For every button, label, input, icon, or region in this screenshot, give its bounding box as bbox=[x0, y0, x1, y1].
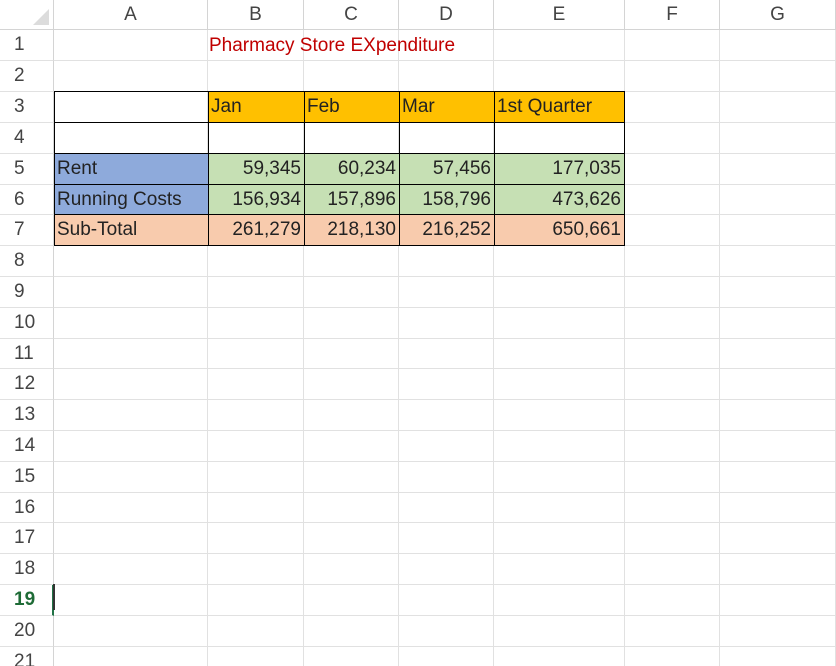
column-header-e[interactable]: E bbox=[494, 0, 625, 30]
row-header-17[interactable]: 17 bbox=[0, 523, 54, 554]
row-header-7[interactable]: 7 bbox=[0, 215, 54, 246]
cell-e4[interactable] bbox=[494, 122, 625, 154]
cell-running-jan[interactable]: 156,934 bbox=[208, 184, 305, 215]
row-header-18[interactable]: 18 bbox=[0, 554, 54, 585]
gridline bbox=[54, 461, 836, 462]
cell-a4[interactable] bbox=[54, 122, 209, 154]
cell-running-1st-quarter[interactable]: 473,626 bbox=[494, 184, 625, 215]
cell-b4[interactable] bbox=[208, 122, 305, 154]
cell-rent-1st-quarter[interactable]: 177,035 bbox=[494, 153, 625, 185]
header-cell-mar[interactable]: Mar bbox=[399, 91, 495, 123]
row-header-11[interactable]: 11 bbox=[0, 339, 54, 369]
column-header-f[interactable]: F bbox=[625, 0, 720, 30]
column-header-c[interactable]: C bbox=[304, 0, 399, 30]
column-header-b[interactable]: B bbox=[208, 0, 304, 30]
text-cursor bbox=[53, 584, 55, 610]
row-header-3[interactable]: 3 bbox=[0, 92, 54, 123]
row-header-9[interactable]: 9 bbox=[0, 277, 54, 308]
gridline bbox=[54, 276, 836, 277]
cell-d4[interactable] bbox=[399, 122, 495, 154]
cell-subtotal-1st-quarter[interactable]: 650,661 bbox=[494, 214, 625, 246]
row-header-8[interactable]: 8 bbox=[0, 246, 54, 277]
cell-subtotal-jan[interactable]: 261,279 bbox=[208, 214, 305, 246]
row-header-2[interactable]: 2 bbox=[0, 61, 54, 92]
cell-a3[interactable] bbox=[54, 91, 209, 123]
row-header-16[interactable]: 16 bbox=[0, 493, 54, 523]
row-header-13[interactable]: 13 bbox=[0, 400, 54, 431]
gridline bbox=[54, 368, 836, 369]
column-header-d[interactable]: D bbox=[399, 0, 494, 30]
spreadsheet-grid[interactable]: A B C D E F G 1 2 3 4 5 6 7 8 9 10 11 12… bbox=[0, 0, 836, 666]
sheet-title-cell[interactable]: Pharmacy Store EXpenditure bbox=[208, 30, 508, 61]
gridline bbox=[54, 430, 836, 431]
cell-c4[interactable] bbox=[304, 122, 400, 154]
row-header-21[interactable]: 21 bbox=[0, 647, 54, 666]
row-header-5[interactable]: 5 bbox=[0, 154, 54, 185]
cell-rent-jan[interactable]: 59,345 bbox=[208, 153, 305, 185]
cell-running-mar[interactable]: 158,796 bbox=[399, 184, 495, 215]
gridline bbox=[54, 399, 836, 400]
cell-subtotal-mar[interactable]: 216,252 bbox=[399, 214, 495, 246]
gridline bbox=[54, 307, 836, 308]
gridline bbox=[54, 553, 836, 554]
column-header-g[interactable]: G bbox=[720, 0, 836, 30]
gridline bbox=[54, 338, 836, 339]
row-label-running-costs[interactable]: Running Costs bbox=[54, 184, 209, 215]
row-header-12[interactable]: 12 bbox=[0, 369, 54, 400]
row-header-20[interactable]: 20 bbox=[0, 616, 54, 647]
select-all-corner[interactable] bbox=[0, 0, 54, 30]
row-label-sub-total[interactable]: Sub-Total bbox=[54, 214, 209, 246]
row-header-10[interactable]: 10 bbox=[0, 308, 54, 339]
header-cell-feb[interactable]: Feb bbox=[304, 91, 400, 123]
cell-rent-feb[interactable]: 60,234 bbox=[304, 153, 400, 185]
row-label-rent[interactable]: Rent bbox=[54, 153, 209, 185]
gridline bbox=[54, 615, 836, 616]
gridline bbox=[54, 492, 836, 493]
cell-subtotal-feb[interactable]: 218,130 bbox=[304, 214, 400, 246]
cell-running-feb[interactable]: 157,896 bbox=[304, 184, 400, 215]
row-header-19[interactable]: 19 bbox=[0, 585, 54, 616]
cell-rent-mar[interactable]: 57,456 bbox=[399, 153, 495, 185]
select-all-triangle-icon bbox=[33, 9, 49, 25]
row-header-1[interactable]: 1 bbox=[0, 30, 54, 61]
gridline bbox=[719, 30, 720, 666]
column-header-a[interactable]: A bbox=[54, 0, 208, 30]
header-cell-1st-quarter[interactable]: 1st Quarter bbox=[494, 91, 625, 123]
gridline bbox=[54, 522, 836, 523]
row-header-15[interactable]: 15 bbox=[0, 462, 54, 493]
gridline bbox=[54, 646, 836, 647]
row-header-6[interactable]: 6 bbox=[0, 185, 54, 215]
gridline bbox=[54, 584, 836, 585]
row-header-14[interactable]: 14 bbox=[0, 431, 54, 462]
header-cell-jan[interactable]: Jan bbox=[208, 91, 305, 123]
row-header-4[interactable]: 4 bbox=[0, 123, 54, 154]
